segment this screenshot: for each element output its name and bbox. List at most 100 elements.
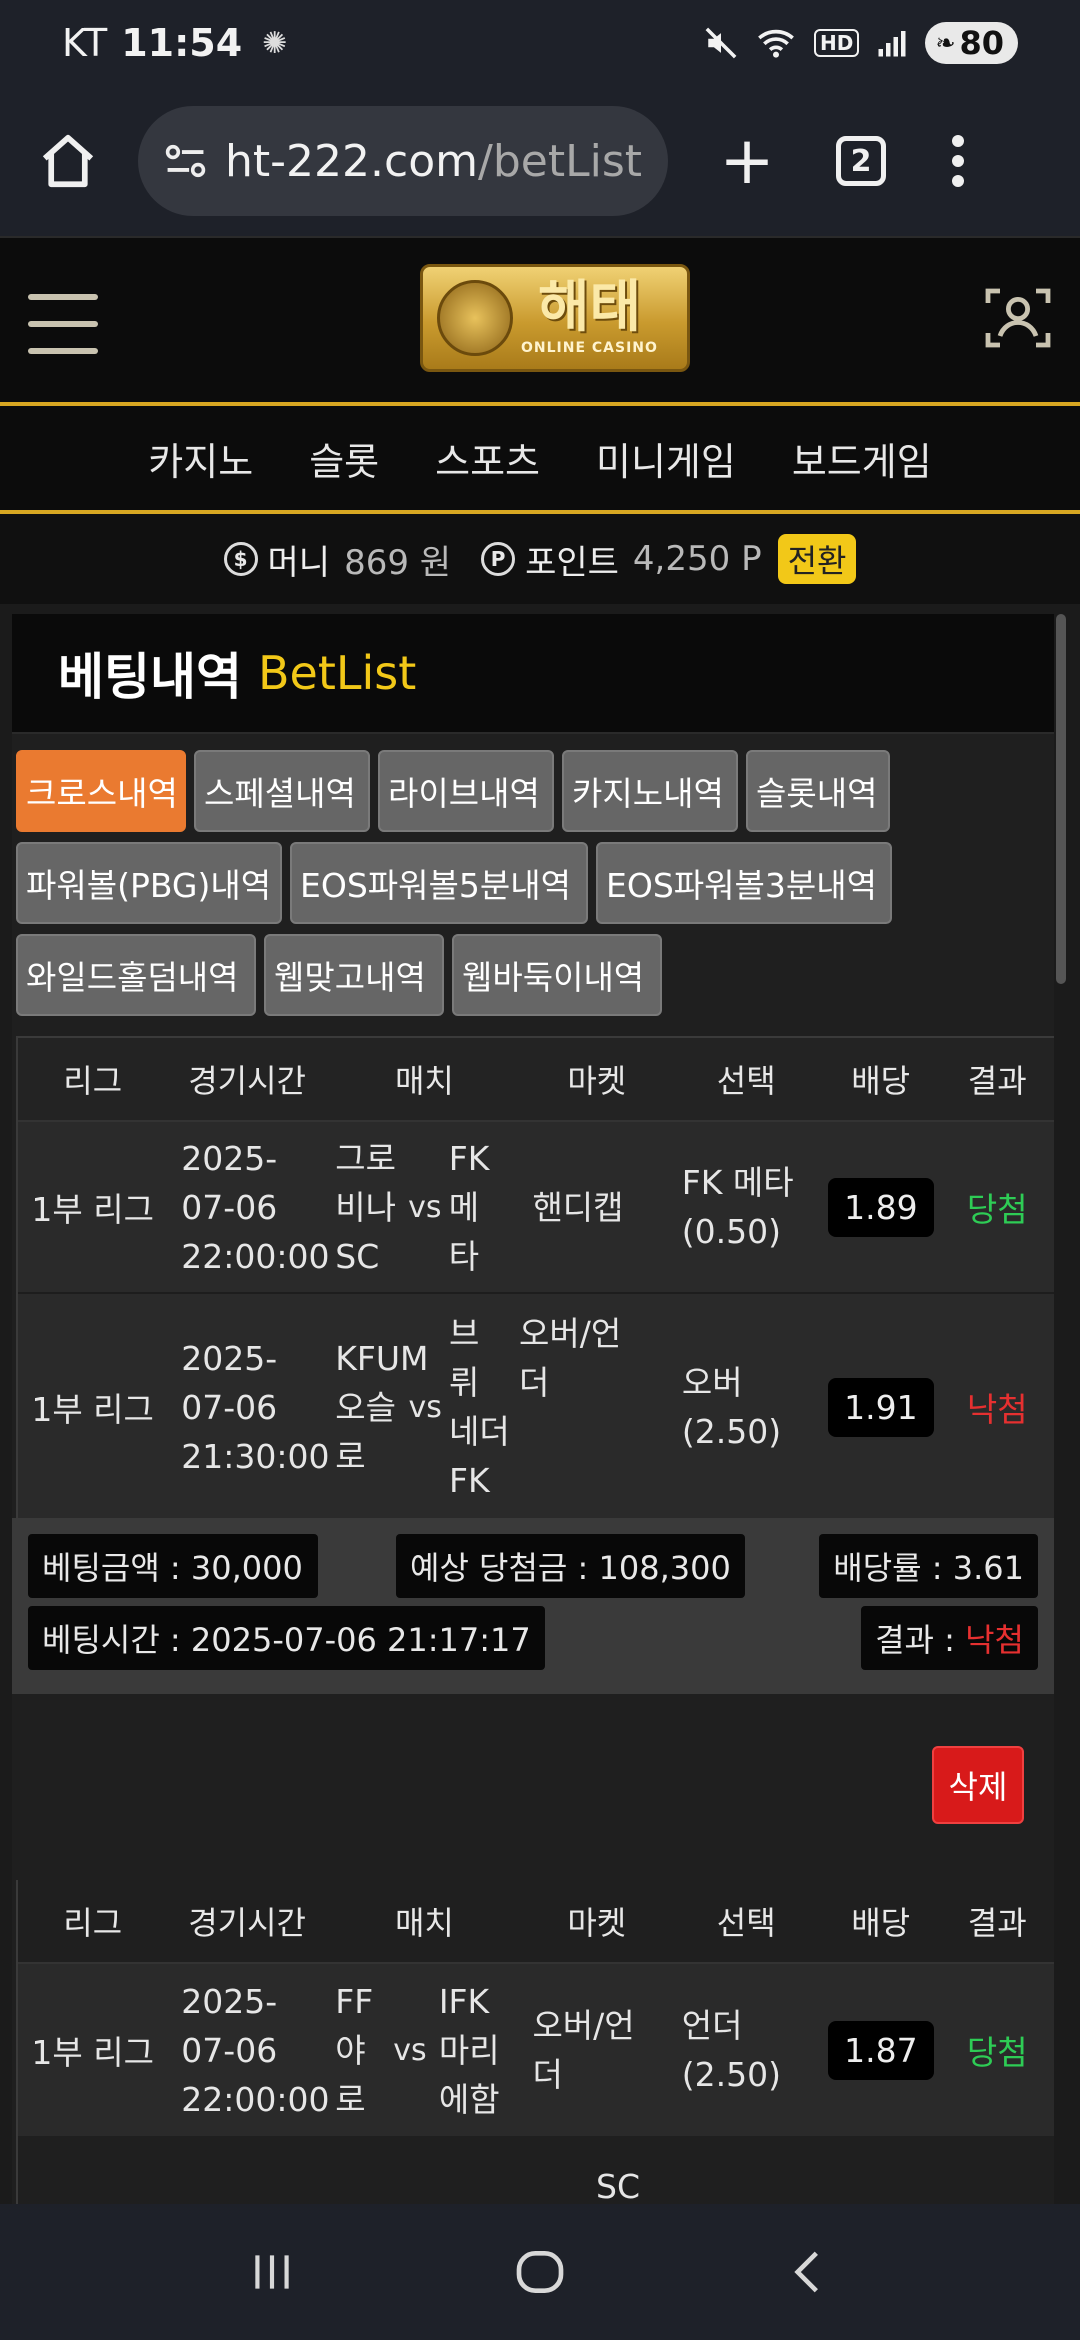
battery-indicator: ❧ 80 [925,22,1018,64]
site-settings-icon[interactable] [164,141,207,181]
delete-button[interactable]: 삭제 [932,1746,1024,1824]
cell-away-team: FK 메 타 [448,1138,490,1276]
signal-icon [878,31,906,57]
header-pick: 선택 [716,1904,776,1942]
cell-away-team: IFK 마리 에함 [438,1981,500,2119]
battery-level: 80 [959,24,1004,62]
cell-match-time: 2025- 07-06 21:30:00 [181,1338,330,1476]
bet-result: 결과 : 낙첨 [861,1606,1038,1670]
cell-match-time: 2025- 07-06 22:00:00 [181,1138,330,1276]
table-header: 리그 경기시간 매치 마켓 선택 배당 결과 [18,1880,1054,1964]
odds-badge: 1.89 [828,1177,934,1237]
header-match-time: 경기시간 [188,1904,306,1942]
cell-match-time: 2025- 07-06 22:00:00 [181,1981,330,2119]
url-host: ht-222.com [225,135,478,187]
lion-emblem-icon [437,280,513,356]
tab-eos-powerball-5min-history[interactable]: EOS파워볼5분내역 [290,842,588,924]
tab-casino-history[interactable]: 카지노내역 [562,750,738,832]
new-tab-button[interactable]: + [712,128,782,194]
hd-badge: HD [814,29,860,57]
home-icon [42,134,94,188]
user-profile-icon[interactable] [982,282,1054,354]
menu-icon[interactable] [28,294,98,354]
url-text: ht-222.com/betList [225,136,642,187]
bet-time: 베팅시간 : 2025-07-06 21:17:17 [28,1606,545,1670]
bet-slip-1: 리그 경기시간 매치 마켓 선택 배당 결과 1부 리그 2025- 07-06… [16,1036,1054,1522]
browser-toolbar: ht-222.com/betList + 2 [0,86,1080,236]
cell-home-team: FF 야 로 [335,1981,374,2119]
tab-cross-history[interactable]: 크로스내역 [16,750,186,832]
tab-slot-history[interactable]: 슬롯내역 [746,750,890,832]
dollar-coin-icon: $ [223,542,258,576]
money-value: 869 원 [344,542,452,583]
header-odds: 배당 [851,1062,911,1100]
point-value: 4,250 P [632,539,762,579]
cell-vs: vs [393,2032,427,2068]
site-header: 해태 ONLINE CASINO [0,236,1080,406]
page-scrollbar[interactable] [1056,614,1066,984]
cell-result: 당첨 [966,1190,1028,1229]
site-logo[interactable]: 해태 ONLINE CASINO [420,264,690,372]
sync-icon: ✺ [262,25,288,61]
tab-special-history[interactable]: 스페셜내역 [194,750,370,832]
cell-market: 오버/언 더 [519,1314,622,1402]
wifi-icon [758,29,794,58]
nav-sports[interactable]: 스포츠 [435,431,540,486]
recent-apps-icon[interactable] [247,2247,297,2297]
cell-result: 당첨 [966,2033,1028,2072]
nav-casino[interactable]: 카지노 [148,431,253,486]
home-nav-icon[interactable] [512,2244,568,2300]
header-league: 리그 [63,1062,123,1100]
carrier-label: KT [62,21,108,65]
point-coin-icon: P [481,542,516,576]
cell-market: 오버/언 더 [532,2006,635,2094]
history-tabs: 크로스내역 스페셜내역 라이브내역 카지노내역 슬롯내역 파워볼(PBG)내역 … [16,750,1052,1026]
cell-pick: 언더 (2.50) [681,2006,782,2094]
bet-result-value: 낙첨 [965,1621,1024,1659]
header-market: 마켓 [567,1062,627,1100]
header-pick: 선택 [716,1062,776,1100]
address-bar[interactable]: ht-222.com/betList [138,106,668,216]
point-label: 포인트 [525,542,619,583]
cell-away-team-continued: SC [596,2166,640,2205]
header-match-time: 경기시간 [188,1062,306,1100]
cell-league: 1부 리그 [31,1390,154,1429]
more-dot-icon [952,135,964,147]
clock: 11:54 [121,21,243,65]
money-label: 머니 [267,542,331,583]
system-nav-bar [0,2204,1080,2340]
table-row: 1부 리그 2025- 07-06 22:00:00 FF 야 로 vs IFK… [18,1964,1054,2136]
cell-pick: FK 메타 (0.50) [681,1163,794,1251]
convert-button[interactable]: 전환 [777,534,857,584]
page-title-bar: 베팅내역 BetList [12,614,1054,734]
cell-result: 낙첨 [966,1390,1028,1429]
cell-away-team: 브 뤼 [449,1314,480,1402]
logo-english-text: ONLINE CASINO [521,340,658,356]
tab-web-matgo-history[interactable]: 웹맞고내역 [264,934,444,1016]
table-row-continued: SC [18,2136,1054,2204]
tab-powerball-pbg-history[interactable]: 파워볼(PBG)내역 [16,842,282,924]
nav-boardgame[interactable]: 보드게임 [792,431,932,486]
home-button[interactable] [34,127,102,195]
header-result: 결과 [967,1062,1027,1100]
plus-icon: + [719,122,775,199]
table-header: 리그 경기시간 매치 마켓 선택 배당 결과 [18,1038,1054,1122]
leaf-icon: ❧ [935,29,956,57]
tab-switcher-button[interactable]: 2 [836,136,886,186]
tab-web-baduki-history[interactable]: 웹바둑이내역 [452,934,662,1016]
nav-slot[interactable]: 슬롯 [309,431,379,486]
mute-icon [705,27,737,59]
cell-away-team-continued: 네더 FK [449,1412,510,1500]
stake-amount: 베팅금액 : 30,000 [28,1534,318,1598]
status-icons: HD ❧ 80 [704,22,1018,64]
betlist-panel: 베팅내역 BetList 크로스내역 스페셜내역 라이브내역 카지노내역 슬롯내… [12,614,1054,2204]
tab-eos-powerball-3min-history[interactable]: EOS파워볼3분내역 [596,842,892,924]
back-icon[interactable] [783,2247,833,2297]
browser-menu-button[interactable] [952,135,964,187]
header-result: 결과 [967,1904,1027,1942]
tab-wild-holdem-history[interactable]: 와일드홀덤내역 [16,934,256,1016]
odds-badge: 1.91 [828,1377,934,1437]
tab-live-history[interactable]: 라이브내역 [378,750,554,832]
cell-pick: 오버 (2.50) [681,1363,782,1451]
nav-minigame[interactable]: 미니게임 [596,431,736,486]
